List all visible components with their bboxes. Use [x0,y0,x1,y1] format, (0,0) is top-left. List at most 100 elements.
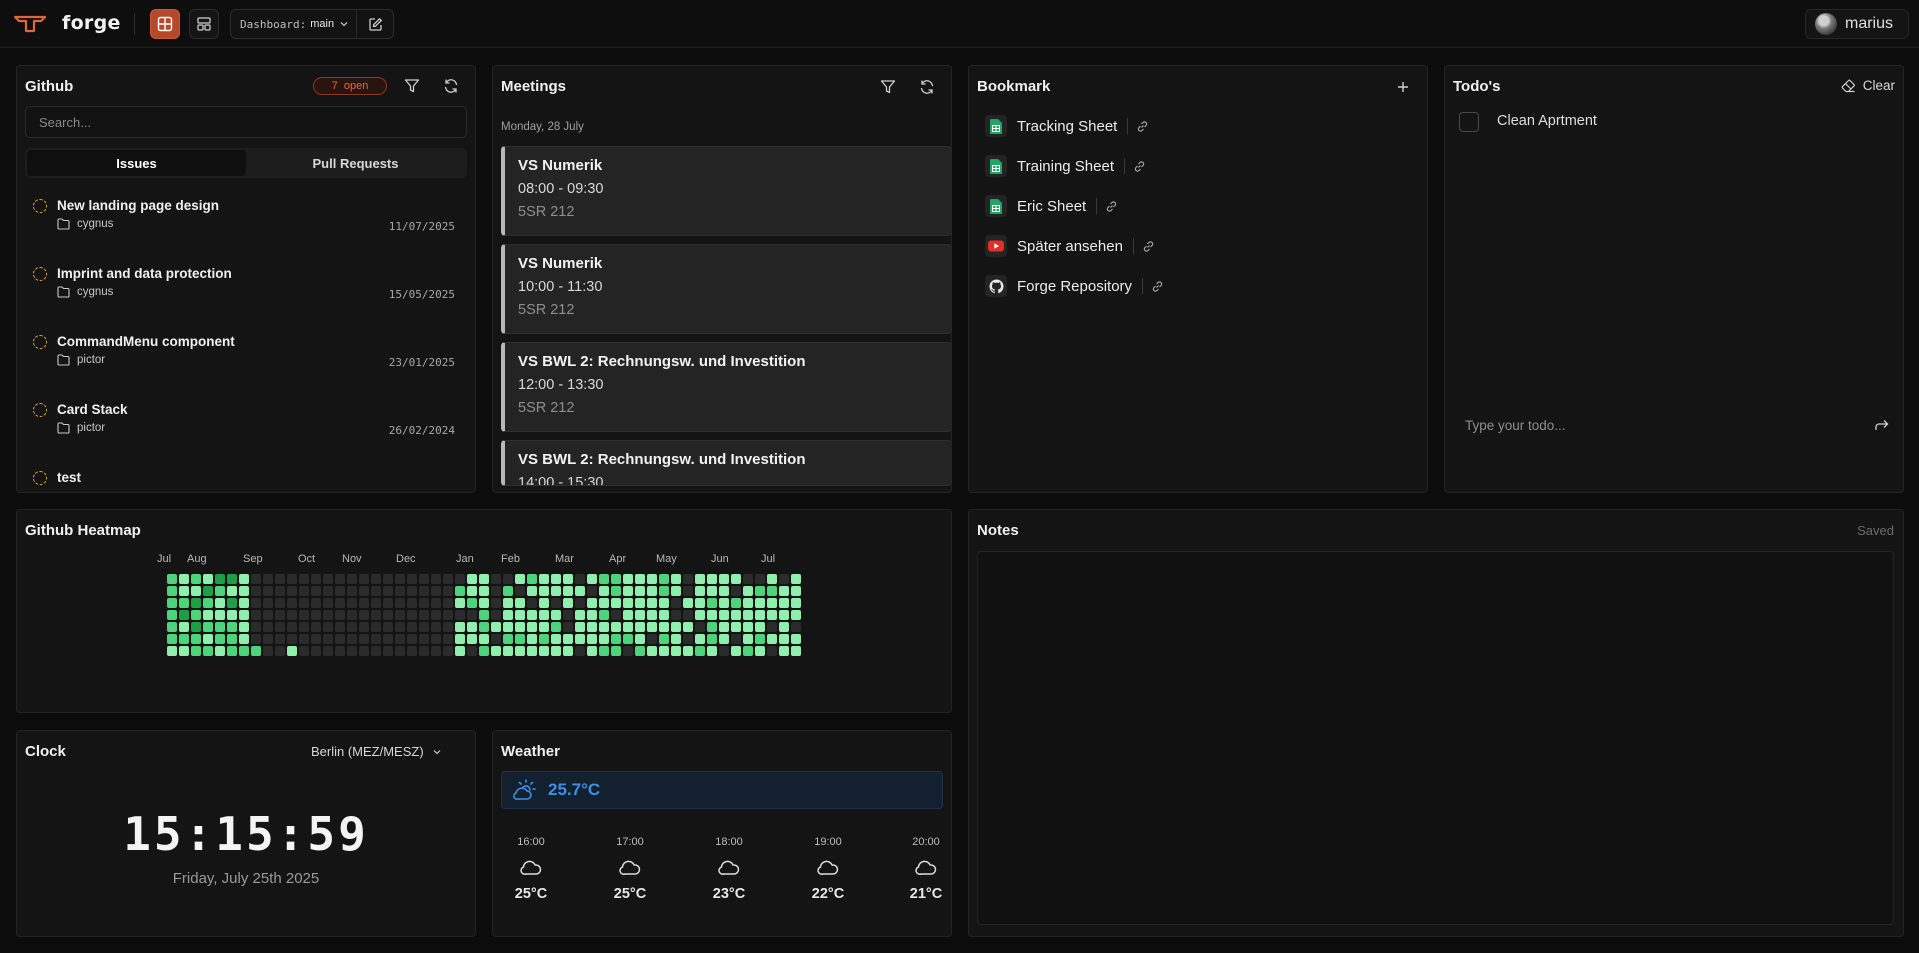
notes-textarea[interactable] [977,551,1894,925]
heatmap-cell [623,646,633,656]
github-refresh-button[interactable] [440,75,462,97]
folder-icon [57,286,70,298]
heatmap-cell [767,610,777,620]
heatmap-cell [563,598,573,608]
heatmap-cell [443,646,453,656]
list-item[interactable]: Imprint and data protection cygnus 15/05… [25,264,455,322]
dashboard-select[interactable]: Dashboard: main [231,10,358,38]
heatmap-cell [503,586,513,596]
link-icon[interactable] [1142,240,1155,253]
forecast-temp: 25°C [613,886,647,902]
heatmap-cell [371,634,381,644]
heatmap-cell [299,610,309,620]
link-icon[interactable] [1133,160,1146,173]
submit-todo-icon[interactable] [1875,419,1889,431]
sheets-icon [985,115,1007,137]
heatmap-cell [671,574,681,584]
todo-checkbox[interactable] [1459,112,1479,132]
heatmap-month-label: Jul [761,553,776,565]
meeting-card[interactable]: VS Numerik 10:00 - 11:30 5SR 212 [501,244,951,334]
edit-dashboard-button[interactable] [357,10,393,38]
tab-issues[interactable]: Issues [27,150,246,176]
github-search-input[interactable] [25,106,467,138]
meeting-title: VS BWL 2: Rechnungsw. und Investition [518,451,806,468]
heatmap-cell [275,622,285,632]
meeting-card[interactable]: VS Numerik 08:00 - 09:30 5SR 212 [501,146,951,236]
heatmap-cell [419,598,429,608]
meetings-filter-button[interactable] [877,76,899,98]
forge-logo-icon[interactable] [14,14,46,34]
heatmap-cell [647,622,657,632]
divider [1142,278,1144,294]
avatar [1815,13,1837,35]
heatmap-cell [575,586,585,596]
cloud-icon [915,860,937,875]
tab-pull-requests[interactable]: Pull Requests [246,150,465,176]
heatmap-cell [623,634,633,644]
add-bookmark-button[interactable] [1392,76,1414,98]
heatmap-cell [443,610,453,620]
heatmap-cell [227,646,237,656]
heatmap-month-label: Nov [342,553,362,565]
bookmark-item[interactable]: Später ansehen [985,233,1155,259]
heatmap-cell [383,586,393,596]
heatmap-cell [575,610,585,620]
heatmap-cell [299,598,309,608]
heatmap-cell [347,586,357,596]
heatmap-cell [179,574,189,584]
heatmap-cell [575,634,585,644]
heatmap-cell [743,574,753,584]
heatmap-cell [515,574,525,584]
layout-button[interactable] [189,9,219,39]
bookmark-item[interactable]: Eric Sheet [985,193,1118,219]
heatmap-cell [779,586,789,596]
heatmap-cell [791,598,801,608]
heatmap-cell [515,598,525,608]
link-icon[interactable] [1151,280,1164,293]
list-item[interactable]: Card Stack pictor 26/02/2024 [25,400,455,458]
bookmark-item[interactable]: Forge Repository [985,273,1164,299]
meeting-room: 5SR 212 [518,302,575,318]
meetings-refresh-button[interactable] [916,76,938,98]
heatmap-title: Github Heatmap [25,522,141,539]
heatmap-cell [347,622,357,632]
heatmap-cell [791,634,801,644]
list-item[interactable]: New landing page design cygnus 11/07/202… [25,196,455,254]
meeting-time: 10:00 - 11:30 [518,279,603,295]
grid-view-button[interactable] [150,9,180,39]
list-item[interactable]: test [25,468,455,490]
heatmap-cell [275,634,285,644]
sheets-icon [985,195,1007,217]
heatmap-cell [539,598,549,608]
link-icon[interactable] [1136,120,1149,133]
link-icon[interactable] [1105,200,1118,213]
heatmap-cell [299,646,309,656]
timezone-select[interactable]: Berlin (MEZ/MESZ) [311,744,442,759]
meeting-card[interactable]: VS BWL 2: Rechnungsw. und Investition 14… [501,440,951,486]
heatmap-month-label: Jun [711,553,729,565]
user-menu[interactable]: marius [1805,9,1909,39]
heatmap-cell [683,610,693,620]
heatmap-cell [395,598,405,608]
heatmap-cell [707,598,717,608]
heatmap-cell [467,646,477,656]
heatmap-cell [731,622,741,632]
heatmap-cell [191,634,201,644]
meeting-card[interactable]: VS BWL 2: Rechnungsw. und Investition 12… [501,342,951,432]
heatmap-cell [335,622,345,632]
heatmap-cell [407,598,417,608]
heatmap-cell [323,634,333,644]
bookmark-item[interactable]: Tracking Sheet [985,113,1149,139]
todo-input[interactable] [1453,409,1901,441]
heatmap-cell [455,598,465,608]
list-item[interactable]: CommandMenu component pictor 23/01/2025 [25,332,455,390]
heatmap-cell [431,646,441,656]
github-filter-button[interactable] [401,75,423,97]
heatmap-cell [515,634,525,644]
notes-panel: Notes Saved [968,509,1904,937]
heatmap-month-label: Feb [501,553,520,565]
heatmap-cell [719,586,729,596]
issue-repo: pictor [57,422,105,434]
clear-todos-button[interactable]: Clear [1841,78,1895,93]
bookmark-item[interactable]: Training Sheet [985,153,1146,179]
